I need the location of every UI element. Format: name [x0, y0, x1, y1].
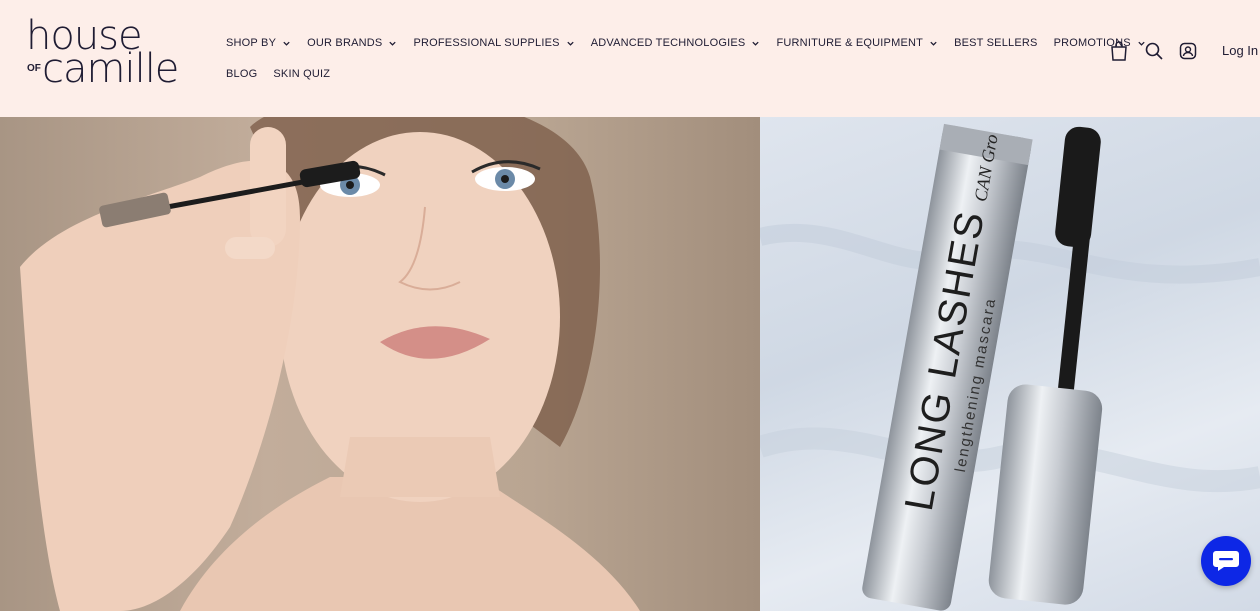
nav-item-label: SKIN QUIZ	[273, 68, 331, 80]
nav-item-skin-quiz[interactable]: SKIN QUIZ	[273, 68, 330, 80]
nav-item-professional-supplies[interactable]: PROFESSIONAL SUPPLIES	[413, 37, 574, 49]
nav-item-label: SHOP BY	[226, 37, 277, 49]
chevron-down-icon	[567, 41, 574, 46]
header-actions	[1108, 40, 1212, 62]
chat-button[interactable]	[1201, 536, 1251, 586]
brand-logo-line2: camille	[42, 46, 179, 92]
nav-item-furniture-equipment[interactable]: FURNITURE & EQUIPMENT	[776, 37, 938, 49]
hero-image-mascara-product: LONG LASHES lengthening mascara CAN Gro	[756, 117, 1260, 611]
brand-logo-of: OF	[27, 63, 41, 74]
brand-logo[interactable]: house OF camille	[26, 16, 186, 90]
login-link[interactable]: Log In	[1222, 43, 1258, 58]
search-icon[interactable]	[1143, 40, 1165, 62]
main-navigation: SHOP BY OUR BRANDS PROFESSIONAL SUPPLIES AD…	[226, 32, 1145, 85]
nav-row-secondary: BLOG SKIN QUIZ	[226, 63, 1046, 85]
chevron-down-icon	[930, 41, 937, 46]
nav-item-label: PROFESSIONAL SUPPLIES	[413, 37, 560, 49]
nav-row-primary: SHOP BY OUR BRANDS PROFESSIONAL SUPPLIES AD…	[226, 32, 1145, 54]
nav-item-our-brands[interactable]: OUR BRANDS	[307, 37, 397, 49]
chevron-down-icon	[752, 41, 760, 46]
nav-item-label: BEST SELLERS	[954, 37, 1038, 49]
site-header: house OF camille SHOP BY OUR BRANDS PROFES…	[0, 0, 1260, 117]
nav-item-label: OUR BRANDS	[307, 37, 383, 49]
chevron-down-icon	[389, 41, 397, 46]
hero-banner[interactable]: LONG LASHES lengthening mascara CAN Gro	[0, 117, 1260, 611]
chat-bubble-icon	[1213, 551, 1239, 571]
nav-item-advanced-technologies[interactable]: ADVANCED TECHNOLOGIES	[591, 37, 761, 49]
nav-item-shop-by[interactable]: SHOP BY	[226, 37, 291, 49]
nav-item-best-sellers[interactable]: BEST SELLERS	[954, 37, 1038, 49]
nav-item-label: FURNITURE & EQUIPMENT	[776, 37, 924, 49]
nav-item-label: BLOG	[226, 68, 258, 80]
account-icon[interactable]	[1177, 40, 1199, 62]
bag-icon[interactable]	[1108, 40, 1130, 62]
chevron-down-icon	[283, 41, 290, 46]
hero-image-woman-applying-mascara	[0, 117, 760, 611]
nav-item-blog[interactable]: BLOG	[226, 68, 257, 80]
nav-item-label: ADVANCED TECHNOLOGIES	[590, 37, 746, 49]
